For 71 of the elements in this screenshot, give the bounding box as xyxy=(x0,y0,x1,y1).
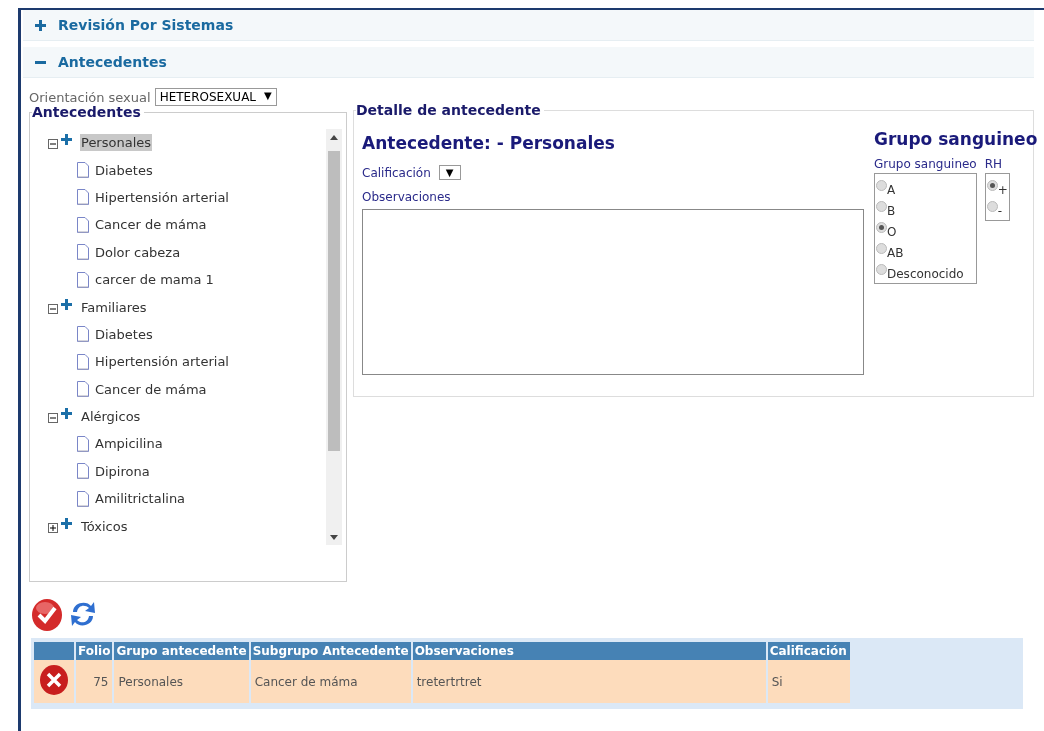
field-label: Observaciones xyxy=(362,190,452,204)
save-icon[interactable] xyxy=(31,596,63,632)
tree-item[interactable]: Diabetes xyxy=(95,162,153,178)
toggle-icon[interactable] xyxy=(35,19,46,31)
column-header: Observaciones xyxy=(411,642,767,660)
column-header: Grupo antecedente xyxy=(113,642,250,660)
field-label: RH xyxy=(984,157,1004,171)
document-icon xyxy=(76,490,89,507)
radio-option[interactable]: O xyxy=(876,218,975,239)
document-icon xyxy=(76,436,89,452)
notes-field[interactable] xyxy=(362,209,864,375)
section-header[interactable]: Antecedentes xyxy=(23,47,1034,78)
expander-icon[interactable] xyxy=(48,413,59,425)
plus-icon xyxy=(61,408,72,420)
field-label: Orientación sexual xyxy=(29,89,151,105)
plus-icon xyxy=(61,134,72,146)
tree-item[interactable]: Hipertensión arterial xyxy=(95,354,229,370)
tree-item[interactable]: Ampicilina xyxy=(95,436,163,452)
expander-icon[interactable] xyxy=(48,522,59,534)
document-icon xyxy=(76,381,89,398)
tree-item[interactable]: Cancer de máma xyxy=(95,381,207,397)
document-icon xyxy=(76,189,89,206)
rating-select[interactable]: ▼ xyxy=(438,165,461,180)
tree-item[interactable]: Dolor cabeza xyxy=(95,244,181,260)
field-label: Calificación xyxy=(362,165,431,180)
expander-icon[interactable] xyxy=(48,139,59,151)
radio-option[interactable]: + xyxy=(986,176,1008,197)
table-cell: 75 xyxy=(75,660,114,703)
radio-option[interactable]: A xyxy=(876,176,975,197)
tree-item[interactable]: Alérgicos xyxy=(80,408,142,426)
column-header: Folio xyxy=(75,642,114,660)
tree-item[interactable]: Cancer de máma xyxy=(95,217,207,233)
plus-icon xyxy=(61,298,72,310)
field-label: Grupo sanguineo xyxy=(874,157,977,171)
document-icon xyxy=(76,271,89,288)
radio-option[interactable]: B xyxy=(876,197,975,218)
table-cell: Cancer de máma xyxy=(249,660,412,703)
tree-item[interactable]: carcer de mama 1 xyxy=(95,272,214,288)
document-icon xyxy=(76,244,89,261)
document-icon xyxy=(76,162,89,179)
detail-heading: Antecedente: - Personales xyxy=(362,133,616,153)
radio-option[interactable]: Desconocido xyxy=(876,260,975,281)
column-header: Subgrupo Antecedente xyxy=(249,642,412,660)
expander-icon[interactable] xyxy=(48,303,59,315)
radio-option[interactable]: AB xyxy=(876,239,975,260)
tree-item[interactable]: Hipertensión arterial xyxy=(95,189,229,205)
document-icon xyxy=(76,463,89,480)
panel-title: Detalle de antecedente xyxy=(356,102,544,118)
table-cell: Personales xyxy=(113,660,250,703)
scrollbar[interactable] xyxy=(326,129,342,545)
delete-icon[interactable] xyxy=(39,664,69,696)
tree-item[interactable]: Familiares xyxy=(80,298,148,316)
section-title[interactable]: Antecedentes xyxy=(58,54,167,70)
panel-title: Antecedentes xyxy=(32,104,144,120)
tree-item[interactable]: Amilitrictalina xyxy=(95,491,186,507)
tree-item[interactable]: Diabetes xyxy=(95,326,153,342)
orientation-select[interactable]: HETEROSEXUAL ▼ xyxy=(154,88,277,106)
tree-item[interactable]: Tóxicos xyxy=(80,517,129,535)
plus-icon xyxy=(61,517,72,529)
blood-title: Grupo sanguineo xyxy=(874,129,1038,149)
section-title[interactable]: Revisión Por Sistemas xyxy=(58,17,234,33)
radio-option[interactable]: - xyxy=(986,197,1008,218)
document-icon xyxy=(76,216,89,233)
document-icon xyxy=(76,353,89,370)
section-header[interactable]: Revisión Por Sistemas xyxy=(23,10,1034,41)
tree-item[interactable]: Personales xyxy=(80,134,153,152)
tree-item[interactable]: Dipirona xyxy=(95,463,150,479)
document-icon xyxy=(76,326,89,343)
table-cell: Si xyxy=(766,660,851,703)
table-cell: tretertrtret xyxy=(411,660,767,703)
column-header: Calificación xyxy=(766,642,851,660)
